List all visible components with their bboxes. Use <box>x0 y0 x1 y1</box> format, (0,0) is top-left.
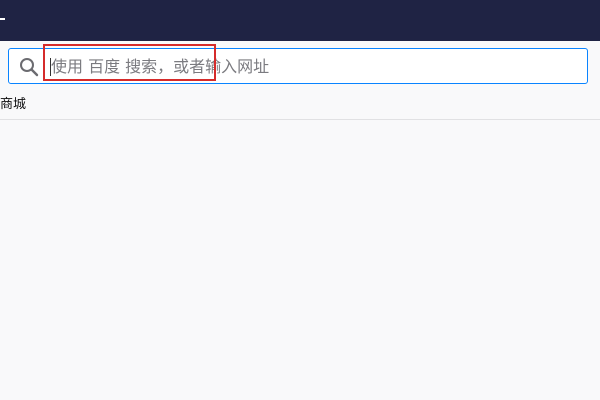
annotation-highlight-box <box>43 44 216 81</box>
window-control-fragment[interactable] <box>0 18 5 20</box>
search-icon <box>19 57 39 77</box>
bookmark-item-mall[interactable]: 商城 <box>0 95 26 115</box>
page-content-area <box>0 120 600 400</box>
title-bar <box>0 0 600 41</box>
bookmarks-toolbar: 商城 <box>0 93 600 120</box>
